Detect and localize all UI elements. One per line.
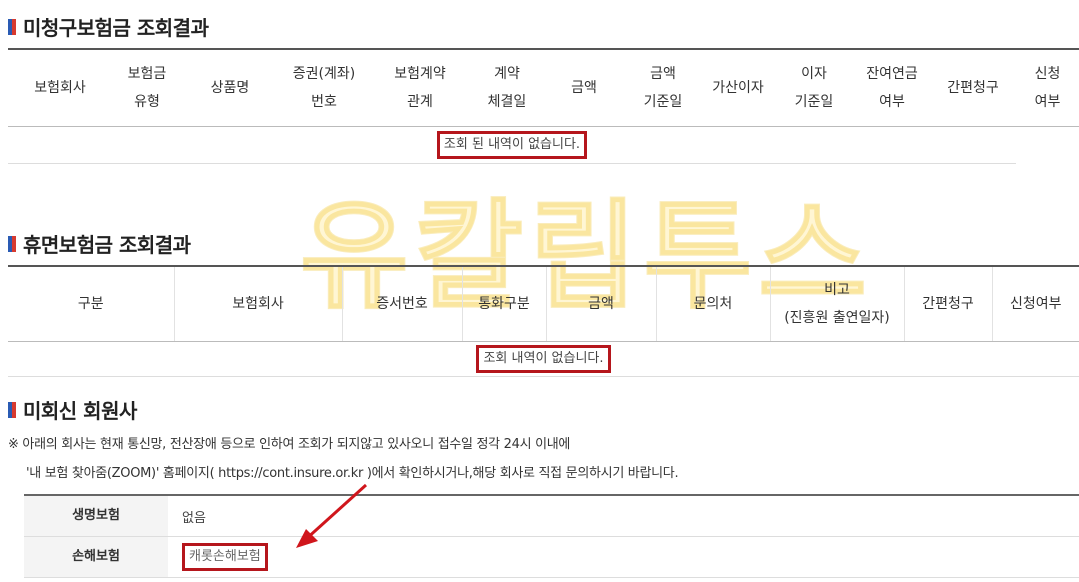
header-amount: 금액 [545, 266, 656, 342]
dormant-empty-row: 조회 내역이 없습니다. [8, 341, 1079, 377]
dormant-results-table: 구분 보험회사 증서번호 통화구분 금액 문의처 비고 (진흥원 출연일자) 간편… [8, 265, 1079, 377]
unclaimed-title-text: 미청구보험금 조회결과 [23, 16, 209, 40]
header-interest-base-date: 이자 기준일 [774, 49, 854, 127]
header-application-status: 신청여부 [991, 266, 1079, 342]
section-marker-icon [8, 235, 17, 252]
header-claim-type: 보험금 유형 [112, 49, 182, 127]
header-application-status: 신청여부 [1016, 49, 1079, 127]
section-marker-icon [8, 401, 17, 418]
header-remarks: 비고 (진흥원 출연일자) [769, 266, 904, 342]
unclaimed-results-table: 보험회사 보험금 유형 상품명 증권(계좌) 번호 보험계약 관계 계약 체결일 금액 … [8, 48, 1079, 164]
no-response-row-non-life: 손해보험 캐롯손해보험 [24, 536, 1079, 578]
no-response-row-life: 생명보험 없음 [24, 495, 1079, 537]
notice-line-1: ※ 아래의 회사는 현재 통신망, 전산장애 등으로 인하여 조회가 되지않고 … [8, 437, 571, 452]
row-value-non-life-insurance: 캐롯손해보험 [182, 543, 268, 571]
unclaimed-empty-row: 조회 된 내역이 없습니다. [8, 126, 1079, 164]
dormant-title-text: 휴면보험금 조회결과 [23, 233, 191, 257]
unclaimed-section-title: 미청구보험금 조회결과 [8, 12, 209, 41]
dormant-header-row: 구분 보험회사 증서번호 통화구분 금액 문의처 비고 (진흥원 출연일자) 간편… [8, 266, 1079, 342]
no-response-table: 생명보험 없음 손해보험 캐롯손해보험 [24, 494, 1079, 578]
row-value-life-insurance: 없음 [168, 495, 1079, 537]
header-policy-number: 증권(계좌) 번호 [278, 49, 370, 127]
unclaimed-header-row: 보험회사 보험금 유형 상품명 증권(계좌) 번호 보험계약 관계 계약 체결일 금액 … [8, 49, 1079, 127]
header-currency: 통화구분 [461, 266, 546, 342]
header-contract-relation: 보험계약 관계 [370, 49, 470, 127]
header-contract-date: 계약 체결일 [470, 49, 544, 127]
header-easy-claim: 간편청구 [930, 49, 1016, 127]
header-easy-claim: 간편청구 [903, 266, 992, 342]
header-amount: 금액 [544, 49, 624, 127]
notice-line-2: '내 보험 찾아줌(ZOOM)' 홈페이지( https://cont.insu… [26, 466, 679, 481]
header-insurer: 보험회사 [8, 49, 112, 127]
header-certificate-number: 증서번호 [341, 266, 462, 342]
section-marker-icon [8, 18, 17, 35]
header-product-name: 상품명 [182, 49, 278, 127]
row-label-life-insurance: 생명보험 [24, 495, 168, 537]
header-amount-base-date: 금액 기준일 [624, 49, 702, 127]
header-contact: 문의처 [655, 266, 770, 342]
unclaimed-empty-message: 조회 된 내역이 없습니다. [436, 131, 588, 159]
header-added-interest: 가산이자 [702, 49, 774, 127]
no-response-section-title: 미회신 회원사 [8, 395, 137, 424]
header-insurer: 보험회사 [173, 266, 342, 342]
row-label-non-life-insurance: 손해보험 [24, 536, 168, 578]
dormant-section-title: 휴면보험금 조회결과 [8, 229, 191, 258]
header-category: 구분 [8, 266, 174, 342]
header-remaining-pension: 잔여연금 여부 [854, 49, 930, 127]
no-response-title-text: 미회신 회원사 [23, 399, 137, 423]
dormant-empty-message: 조회 내역이 없습니다. [476, 345, 611, 373]
